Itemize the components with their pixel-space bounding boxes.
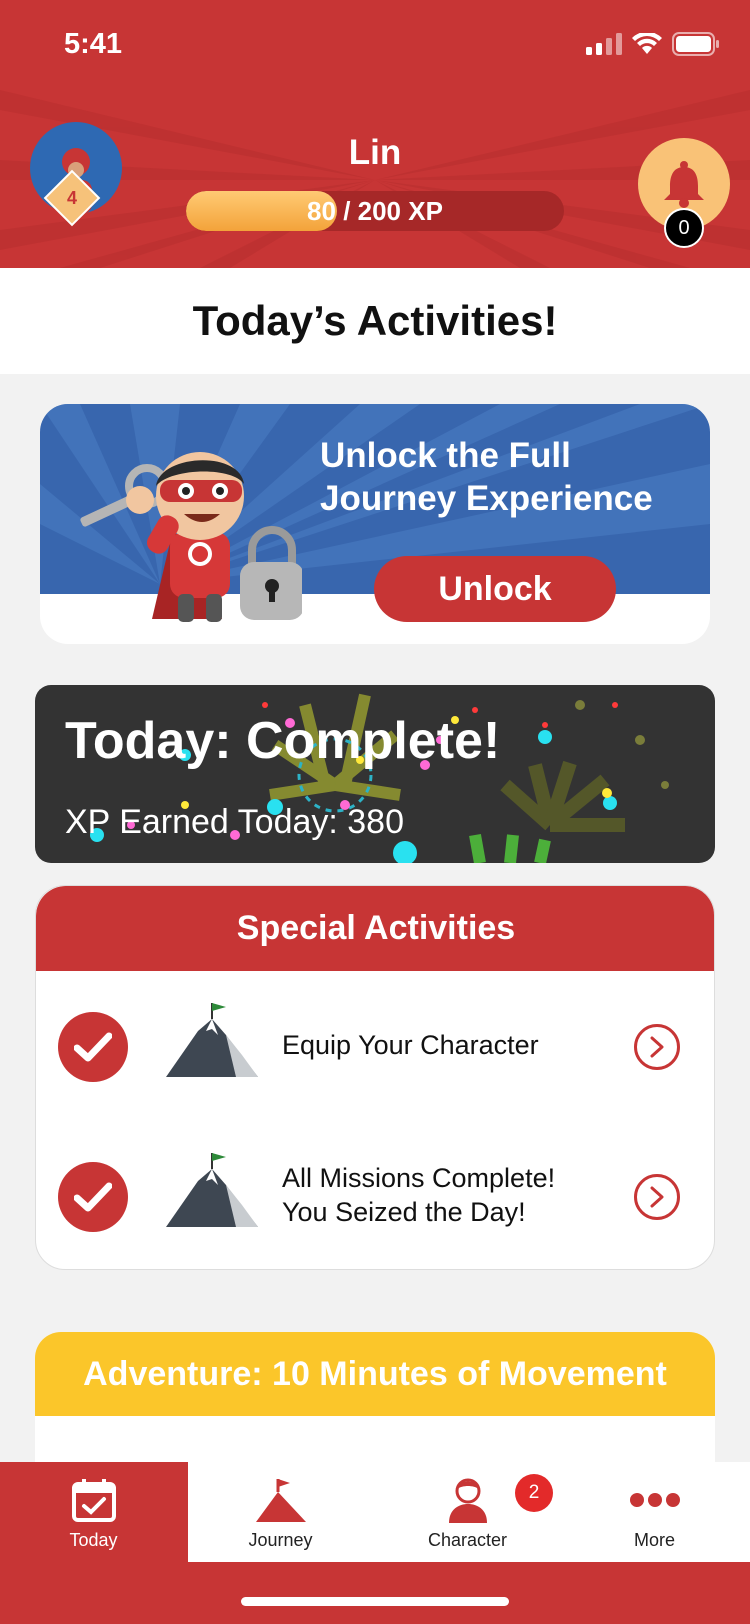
mountain-flag-icon [166, 1003, 258, 1077]
unlock-journey-card[interactable]: Unlock the Full Journey Experience Unloc… [40, 404, 710, 644]
xp-progress-text: 80 / 200 XP [307, 195, 443, 226]
unlock-title-line2: Journey Experience [320, 479, 653, 518]
status-time: 5:41 [64, 28, 123, 60]
tab-more[interactable]: More [561, 1462, 748, 1562]
chevron-right-icon[interactable] [634, 1174, 680, 1220]
list-item[interactable]: All Missions Complete! You Seized the Da… [36, 1133, 714, 1263]
activity-title-line2: You Seized the Day! [282, 1197, 526, 1227]
activity-title-line1: Equip Your Character [282, 1030, 539, 1060]
profile-header: 5:41 4 Lin 80 / 200 XP 0 [0, 0, 750, 268]
tab-label: Character [427, 1530, 508, 1550]
unlock-title-line1: Unlock the Full [320, 436, 571, 475]
home-indicator [241, 1597, 509, 1606]
mountain-flag-icon [166, 1153, 258, 1227]
signal-icon [586, 33, 622, 55]
unlock-button[interactable]: Unlock [374, 556, 616, 622]
special-activities-card: Special Activities Equip Your Character [35, 885, 715, 1270]
activity-title: All Missions Complete! You Seized the Da… [282, 1161, 555, 1229]
complete-title: Today: Complete! [65, 712, 501, 770]
activity-title-line1: All Missions Complete! [282, 1163, 556, 1193]
unlock-title: Unlock the Full Journey Experience [320, 434, 700, 520]
activity-title: Equip Your Character [282, 1028, 539, 1062]
bell-icon [664, 161, 704, 208]
xp-progress-bar: 80 / 200 XP [186, 191, 564, 231]
more-dots-icon [561, 1476, 748, 1524]
special-activities-header: Special Activities [36, 886, 714, 971]
completed-check-icon [58, 1012, 128, 1082]
status-bar: 5:41 [0, 0, 750, 90]
page-title: Today’s Activities! [192, 297, 558, 344]
special-activities-title: Special Activities [236, 909, 516, 947]
today-complete-card: Today: Complete! XP Earned Today: 380 [35, 685, 715, 863]
tab-journey[interactable]: Journey [187, 1462, 374, 1562]
chevron-right-icon[interactable] [634, 1024, 680, 1070]
level-number: 4 [66, 187, 77, 208]
hero-character-with-key-icon [80, 452, 302, 622]
tab-label: More [633, 1530, 675, 1550]
status-icons [586, 32, 720, 56]
tab-label: Today [69, 1530, 118, 1550]
battery-icon [672, 32, 719, 56]
calendar-check-icon [0, 1476, 187, 1524]
adventure-header: Adventure: 10 Minutes of Movement [35, 1332, 715, 1416]
notification-count-badge: 0 [664, 208, 704, 248]
list-item[interactable]: Equip Your Character [36, 983, 714, 1113]
adventure-title: Adventure: 10 Minutes of Movement [83, 1354, 667, 1393]
wifi-icon [632, 33, 662, 54]
xp-earned-today: XP Earned Today: 380 [65, 803, 405, 841]
page-title-bar: Today’s Activities! [0, 268, 750, 374]
user-name: Lin [348, 133, 402, 172]
completed-check-icon [58, 1162, 128, 1232]
tab-today[interactable]: Today [0, 1462, 187, 1562]
mountain-flag-icon [187, 1476, 374, 1524]
character-badge: 2 [515, 1474, 553, 1512]
tab-label: Journey [248, 1530, 313, 1550]
